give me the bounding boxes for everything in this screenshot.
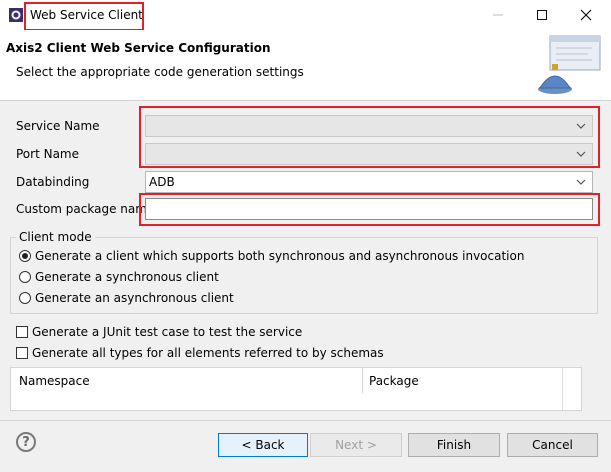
footer-separator xyxy=(0,420,611,421)
radio-async-label[interactable]: Generate an asynchronous client xyxy=(35,291,234,305)
junit-checkbox-label[interactable]: Generate a JUnit test case to test the s… xyxy=(32,325,302,339)
minimize-icon xyxy=(492,14,503,16)
column-header-namespace[interactable]: Namespace xyxy=(19,374,90,388)
close-button[interactable] xyxy=(563,0,608,30)
radio-sync-async[interactable] xyxy=(19,250,31,262)
databinding-value: ADB xyxy=(149,175,175,189)
maximize-icon xyxy=(536,10,547,20)
title-highlight-box xyxy=(24,2,144,31)
junit-checkbox[interactable] xyxy=(16,326,28,338)
namespace-package-table[interactable] xyxy=(10,367,582,411)
client-mode-legend: Client mode xyxy=(16,230,95,244)
port-name-label: Port Name xyxy=(16,147,80,161)
wizard-banner-icon xyxy=(538,35,601,94)
back-button[interactable]: < Back xyxy=(218,433,308,457)
table-scrollbar[interactable] xyxy=(562,368,563,410)
radio-sync-async-label[interactable]: Generate a client which supports both sy… xyxy=(35,249,524,263)
all-types-checkbox[interactable] xyxy=(16,347,28,359)
custom-package-label: Custom package name xyxy=(16,202,155,216)
eclipse-app-icon xyxy=(9,8,23,22)
maximize-button[interactable] xyxy=(519,0,564,30)
help-icon[interactable]: ? xyxy=(16,432,36,452)
page-subtitle: Select the appropriate code generation s… xyxy=(16,65,304,79)
radio-sync-label[interactable]: Generate a synchronous client xyxy=(35,270,219,284)
cancel-button[interactable]: Cancel xyxy=(507,433,598,457)
next-button[interactable]: Next > xyxy=(310,433,402,457)
radio-async[interactable] xyxy=(19,292,31,304)
chevron-down-icon xyxy=(576,179,586,185)
all-types-checkbox-label[interactable]: Generate all types for all elements refe… xyxy=(32,346,384,360)
minimize-button[interactable] xyxy=(475,0,520,30)
page-title: Axis2 Client Web Service Configuration xyxy=(6,41,271,55)
finish-button[interactable]: Finish xyxy=(408,433,500,457)
service-port-highlight-box xyxy=(139,106,600,168)
service-name-label: Service Name xyxy=(16,119,100,133)
databinding-combo[interactable]: ADB xyxy=(145,171,593,193)
column-header-package[interactable]: Package xyxy=(369,374,419,388)
databinding-label: Databinding xyxy=(16,175,90,189)
column-divider[interactable] xyxy=(362,368,363,393)
custom-package-highlight-box xyxy=(139,193,600,226)
close-icon xyxy=(580,9,591,21)
radio-sync[interactable] xyxy=(19,271,31,283)
